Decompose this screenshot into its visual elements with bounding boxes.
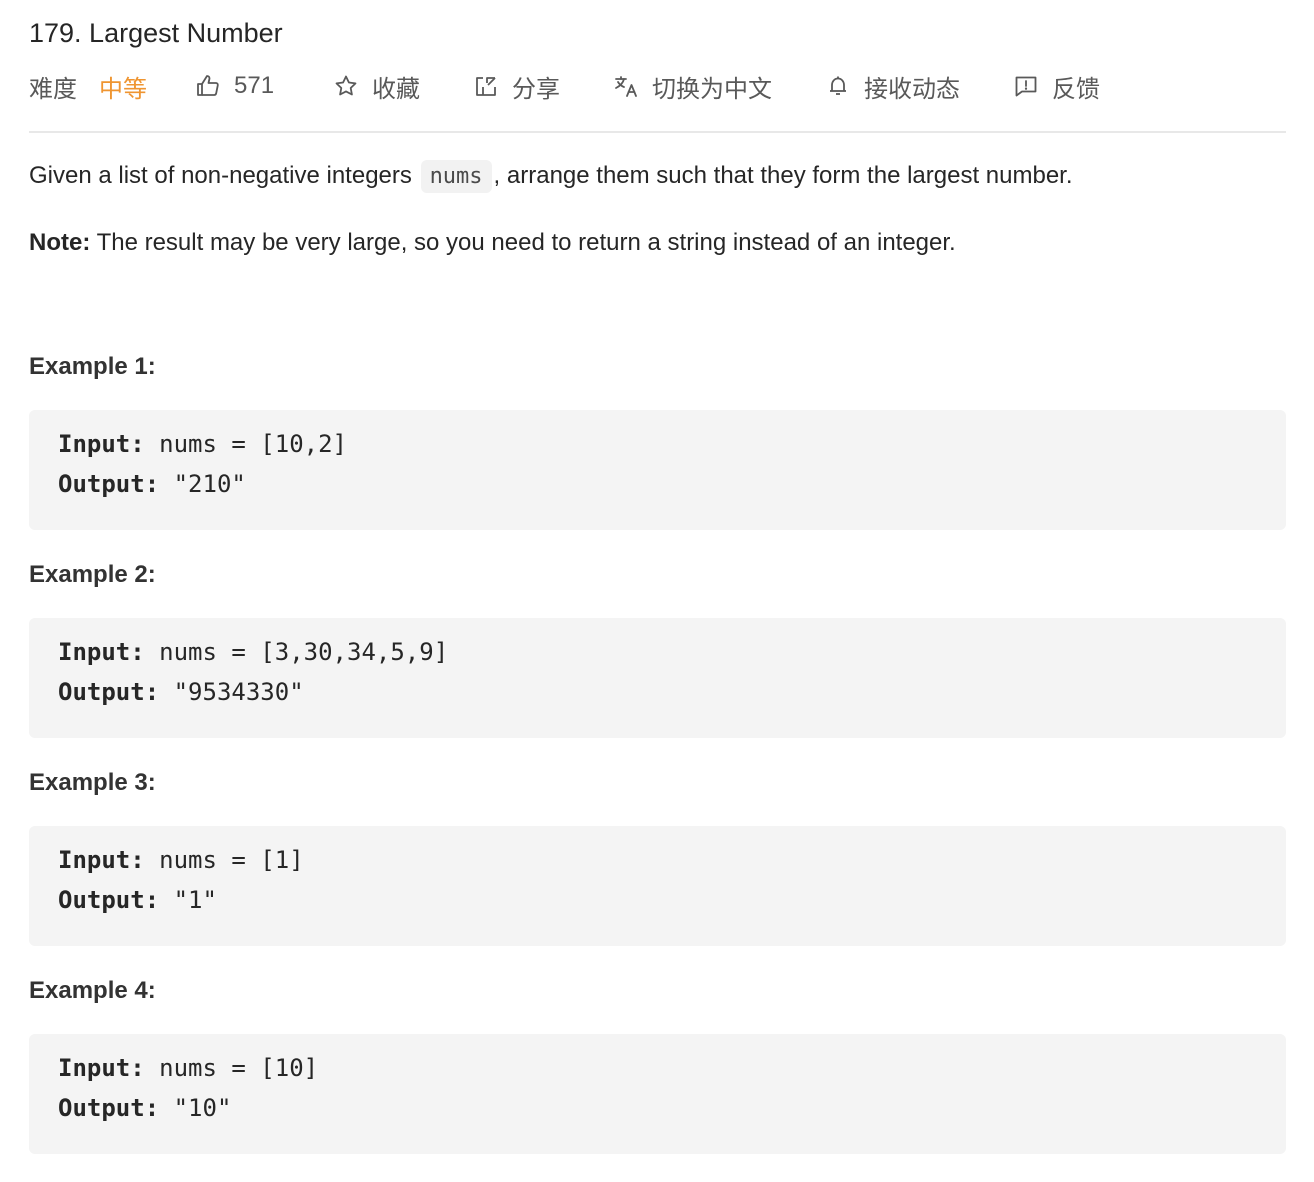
share-icon — [474, 74, 498, 98]
translate-icon — [614, 74, 638, 98]
example-output: Output: "1" — [58, 886, 217, 914]
star-icon — [334, 74, 358, 98]
example-input: Input: nums = [10,2] — [58, 430, 347, 458]
favorite-button[interactable]: 收藏 — [334, 68, 420, 104]
example-input: Input: nums = [1] — [58, 846, 304, 874]
example-block: Input: nums = [10] Output: "10" — [29, 1034, 1286, 1154]
share-label: 分享 — [512, 75, 560, 103]
example-input: Input: nums = [3,30,34,5,9] — [58, 638, 449, 666]
example-output: Output: "10" — [58, 1094, 232, 1122]
difficulty: 难度 中等 — [29, 68, 147, 104]
like-count: 571 — [234, 72, 275, 99]
example-input: Input: nums = [10] — [58, 1054, 319, 1082]
difficulty-label: 难度 — [29, 75, 77, 103]
divider — [29, 131, 1286, 133]
problem-toolbar: 难度 中等 571 收藏 分享 切换为中文 接收动态 反馈 — [29, 68, 1286, 104]
example-title: Example 1: — [29, 353, 156, 380]
feedback-button[interactable]: 反馈 — [1014, 68, 1100, 104]
example-title: Example 2: — [29, 561, 156, 588]
note-text: The result may be very large, so you nee… — [90, 229, 956, 256]
example-title: Example 4: — [29, 977, 156, 1004]
feedback-icon — [1014, 74, 1038, 98]
favorite-label: 收藏 — [372, 75, 420, 103]
problem-note: Note: The result may be very large, so y… — [29, 227, 956, 259]
like-button[interactable]: 571 — [196, 68, 274, 104]
thumbs-up-icon — [196, 74, 220, 98]
example-output: Output: "9534330" — [58, 678, 304, 706]
share-button[interactable]: 分享 — [474, 68, 560, 104]
problem-title: 179. Largest Number — [29, 18, 283, 48]
bell-icon — [826, 74, 850, 98]
example-output: Output: "210" — [58, 470, 246, 498]
example-block: Input: nums = [10,2] Output: "210" — [29, 410, 1286, 530]
translate-button[interactable]: 切换为中文 — [614, 68, 772, 104]
example-title: Example 3: — [29, 769, 156, 796]
example-block: Input: nums = [3,30,34,5,9] Output: "953… — [29, 618, 1286, 738]
subscribe-label: 接收动态 — [864, 75, 960, 103]
difficulty-value: 中等 — [99, 75, 147, 103]
example-block: Input: nums = [1] Output: "1" — [29, 826, 1286, 946]
note-label: Note: — [29, 229, 91, 256]
problem-description: Given a list of non-negative integers nu… — [29, 160, 1073, 193]
feedback-label: 反馈 — [1052, 75, 1100, 103]
translate-label: 切换为中文 — [652, 75, 772, 103]
inline-code: nums — [420, 160, 492, 193]
subscribe-button[interactable]: 接收动态 — [826, 68, 960, 104]
